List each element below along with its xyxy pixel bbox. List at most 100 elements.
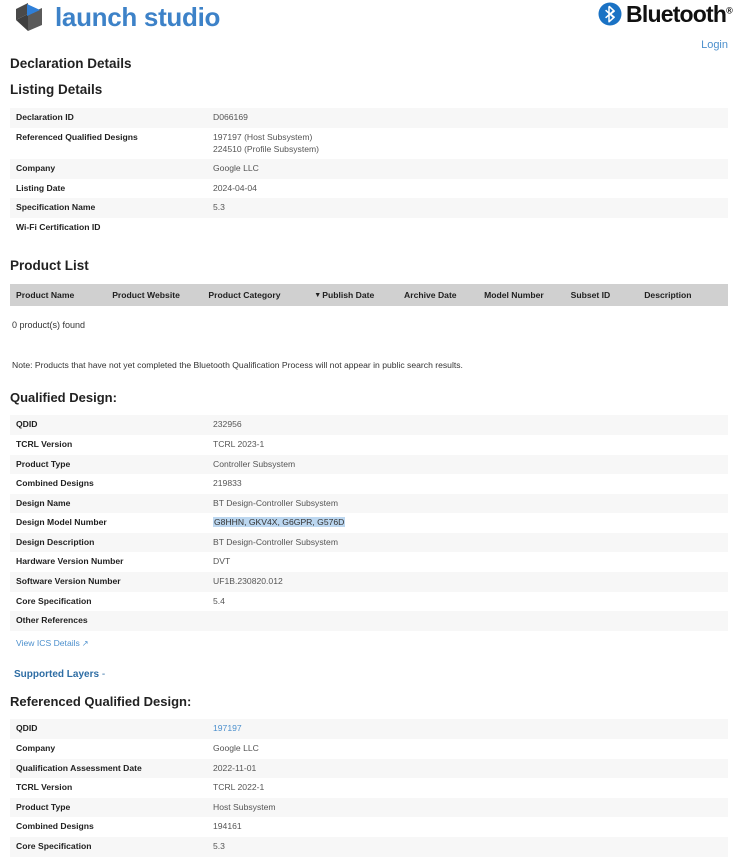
row-label: Product Type: [16, 458, 71, 469]
view-ics-details-link[interactable]: View ICS Details ↗: [16, 638, 89, 648]
row-label: Listing Date: [16, 182, 66, 193]
row-label: Design Model Number: [16, 517, 107, 528]
row-label: Software Version Number: [16, 576, 121, 587]
row-value: Google LLC: [213, 743, 259, 754]
page-header: launch studio Bluetooth® Login: [0, 0, 738, 56]
row-label: Combined Designs: [16, 821, 94, 832]
table-row: Specification Name 5.3: [10, 198, 728, 218]
column-header-archive-date[interactable]: Archive Date: [398, 283, 479, 306]
row-label: Product Type: [16, 801, 71, 812]
row-value: [207, 218, 728, 238]
row-label: Design Name: [16, 497, 71, 508]
row-label: Hardware Version Number: [16, 556, 124, 567]
column-header-product-name[interactable]: Product Name: [10, 283, 107, 306]
table-row: TCRL Version TCRL 2023-1: [10, 434, 728, 455]
table-row: Hardware Version Number DVT: [10, 552, 728, 573]
row-label: TCRL Version: [16, 782, 73, 793]
row-label: QDID: [16, 723, 38, 734]
table-row: Qualification Assessment Date 2022-11-01: [10, 758, 728, 779]
table-row: Listing Date 2024-04-04: [10, 178, 728, 199]
table-row: Declaration ID D066169: [10, 108, 728, 128]
row-label: Wi-Fi Certification ID: [16, 221, 101, 232]
page-title: Declaration Details: [10, 56, 132, 71]
selected-text-highlight[interactable]: G8HHN, GKV4X, G6GPR, G576D: [213, 517, 346, 528]
table-row: Design Name BT Design-Controller Subsyst…: [10, 493, 728, 514]
table-row: QDID 232956: [10, 415, 728, 435]
supported-layers-toggle[interactable]: Supported Layers -: [14, 669, 105, 680]
row-value: Host Subsystem: [213, 801, 276, 812]
launch-studio-cube-icon: [14, 1, 48, 33]
bluetooth-logo: Bluetooth®: [598, 0, 733, 27]
row-label: QDID: [16, 419, 38, 430]
row-label: Combined Designs: [16, 478, 94, 489]
collapse-toggle-icon: -: [101, 668, 106, 680]
row-label: Company: [16, 163, 56, 174]
launch-studio-logo[interactable]: launch studio: [14, 1, 220, 33]
table-row: QDID 197197: [10, 719, 728, 740]
row-label: Design Description: [16, 536, 95, 547]
row-value: 197197: [207, 719, 728, 739]
row-value: 219833: [213, 478, 242, 489]
launch-studio-wordmark: launch studio: [55, 2, 221, 32]
qdid-link[interactable]: 197197: [213, 723, 242, 733]
referenced-design-host: 197197 (Host Subsystem): [213, 131, 313, 142]
qualified-design-table: QDID 232956 TCRL Version TCRL 2023-1 Pro…: [10, 415, 728, 631]
page-content: Declaration Details Listing Details Decl…: [0, 56, 738, 857]
row-value: 2024-04-04: [213, 182, 257, 193]
row-label: Specification Name: [16, 202, 96, 213]
product-list-table: Product Name Product Website Product Cat…: [10, 283, 728, 306]
column-header-publish-date[interactable]: ▼Publish Date: [308, 283, 399, 306]
bluetooth-rune-icon: [598, 2, 622, 26]
row-value: G8HHN, GKV4X, G6GPR, G576D: [207, 513, 728, 533]
row-value: 197197 (Host Subsystem) 224510 (Profile …: [207, 128, 728, 159]
referenced-design-profile: 224510 (Profile Subsystem): [213, 143, 320, 154]
table-row: Company Google LLC: [10, 159, 728, 179]
column-header-description[interactable]: Description: [638, 283, 728, 306]
table-row: Core Specification 5.3: [10, 837, 728, 857]
listing-details-heading: Listing Details: [10, 82, 103, 98]
row-label: Company: [16, 743, 56, 754]
column-header-product-category[interactable]: Product Category: [202, 283, 309, 306]
product-list-header-row: Product Name Product Website Product Cat…: [10, 283, 728, 306]
supported-layers-label: Supported Layers: [14, 668, 100, 680]
column-header-publish-date-label: Publish Date: [322, 289, 375, 300]
product-count-text: 0 product(s) found: [12, 319, 86, 330]
row-value: 5.3: [213, 841, 225, 851]
row-value: DVT: [213, 556, 231, 567]
table-row: Company Google LLC: [10, 739, 728, 759]
login-link[interactable]: Login: [701, 39, 728, 51]
table-row: TCRL Version TCRL 2022-1: [10, 778, 728, 798]
product-list-heading: Product List: [10, 257, 89, 273]
row-value: UF1B.230820.012: [213, 576, 283, 587]
row-value: BT Design-Controller Subsystem: [213, 536, 338, 547]
row-value: [207, 611, 728, 631]
row-value: 232956: [213, 419, 242, 430]
row-label: Core Specification: [16, 841, 92, 851]
row-value: 2022-11-01: [213, 762, 257, 773]
row-label: Core Specification: [16, 595, 92, 606]
listing-details-table: Declaration ID D066169 Referenced Qualif…: [10, 108, 728, 238]
row-value: D066169: [213, 112, 248, 123]
sort-descending-icon: ▼: [314, 291, 322, 299]
declaration-details-page: launch studio Bluetooth® Login Declarati…: [0, 0, 738, 857]
table-row: Product Type Host Subsystem: [10, 797, 728, 818]
row-value: TCRL 2023-1: [213, 438, 265, 449]
column-header-model-number[interactable]: Model Number: [478, 283, 565, 306]
table-row: Software Version Number UF1B.230820.012: [10, 572, 728, 592]
table-row: Other References: [10, 611, 728, 631]
referenced-qualified-design-table: QDID 197197 Company Google LLC Qualifica…: [10, 719, 728, 857]
product-list-note: Note: Products that have not yet complet…: [12, 359, 463, 370]
row-label: Referenced Qualified Designs: [16, 131, 138, 142]
table-row: Core Specification 5.4: [10, 591, 728, 612]
row-label: Other References: [16, 615, 88, 626]
row-label: Declaration ID: [16, 112, 74, 123]
column-header-product-website[interactable]: Product Website: [106, 283, 203, 306]
row-label: Qualification Assessment Date: [16, 762, 142, 773]
row-value: TCRL 2022-1: [213, 782, 265, 793]
column-header-subset-id[interactable]: Subset ID: [564, 283, 639, 306]
table-row: Referenced Qualified Designs 197197 (Hos…: [10, 127, 728, 160]
row-value: 5.4: [213, 595, 225, 606]
bluetooth-wordmark: Bluetooth®: [626, 0, 733, 27]
external-link-icon: ↗: [81, 638, 89, 648]
row-value: 5.3: [213, 202, 225, 213]
